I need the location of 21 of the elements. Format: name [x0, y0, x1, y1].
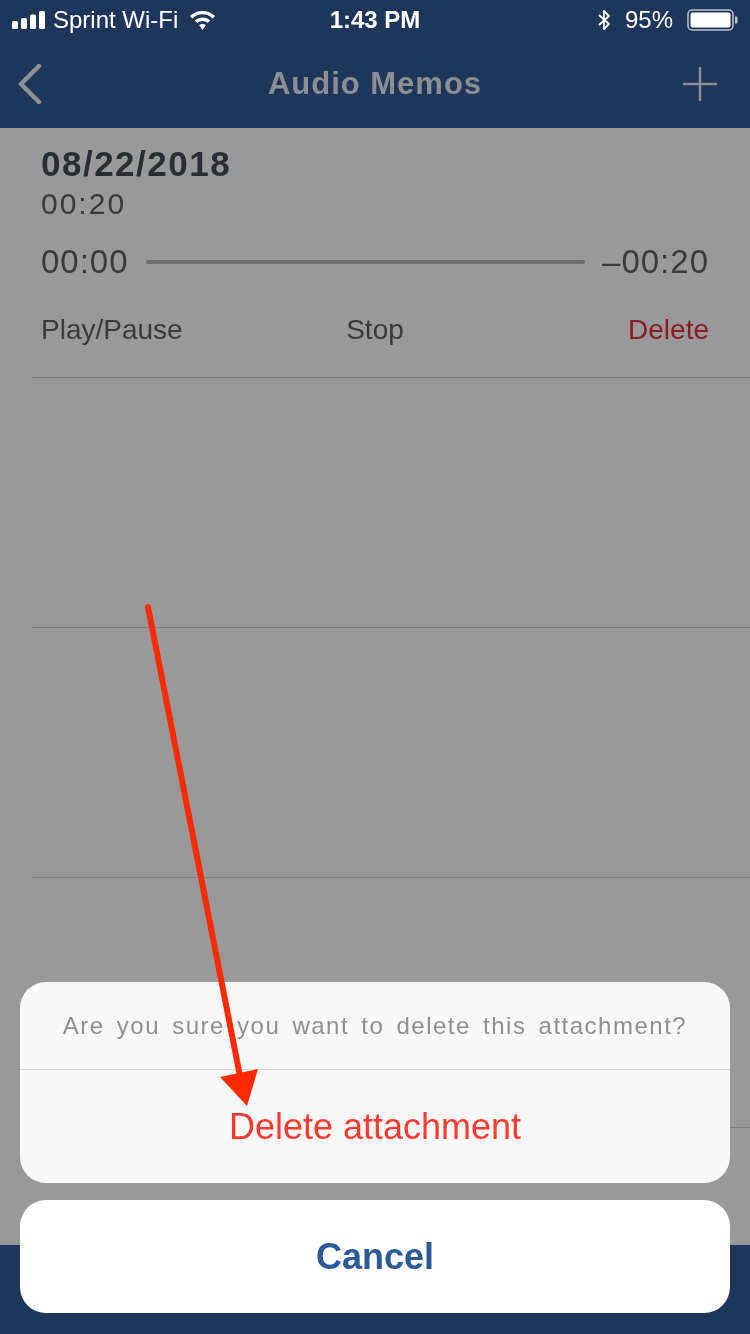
remaining-time: –00:20 [602, 242, 709, 283]
nav-title: Audio Memos [267, 64, 483, 103]
battery-icon [687, 9, 738, 31]
memo-date: 08/22/2018 [41, 144, 232, 184]
delete-attachment-button[interactable]: Delete attachment [20, 1070, 730, 1183]
memo-action-button[interactable]: Delete [628, 309, 709, 351]
signal-bars-icon [12, 11, 46, 29]
cancel-button[interactable]: Cancel [20, 1200, 730, 1313]
memo-action-button[interactable]: Play/Pause [41, 309, 183, 351]
wifi-icon [190, 10, 216, 30]
bluetooth-icon [597, 9, 611, 31]
sheet-message: Are you sure you want to delete this attachment? [62, 1010, 688, 1041]
carrier-name: Sprint Wi-Fi [53, 5, 179, 35]
memo-action-button[interactable]: Stop [346, 309, 404, 351]
memo-duration: 00:20 [41, 186, 127, 222]
elapsed-time: 00:00 [41, 242, 129, 283]
battery-percent: 95% [624, 5, 673, 35]
status-time: 1:43 PM [329, 5, 421, 35]
add-icon[interactable] [682, 66, 718, 102]
back-chevron-icon[interactable] [17, 64, 43, 104]
progress-track[interactable] [145, 260, 586, 264]
